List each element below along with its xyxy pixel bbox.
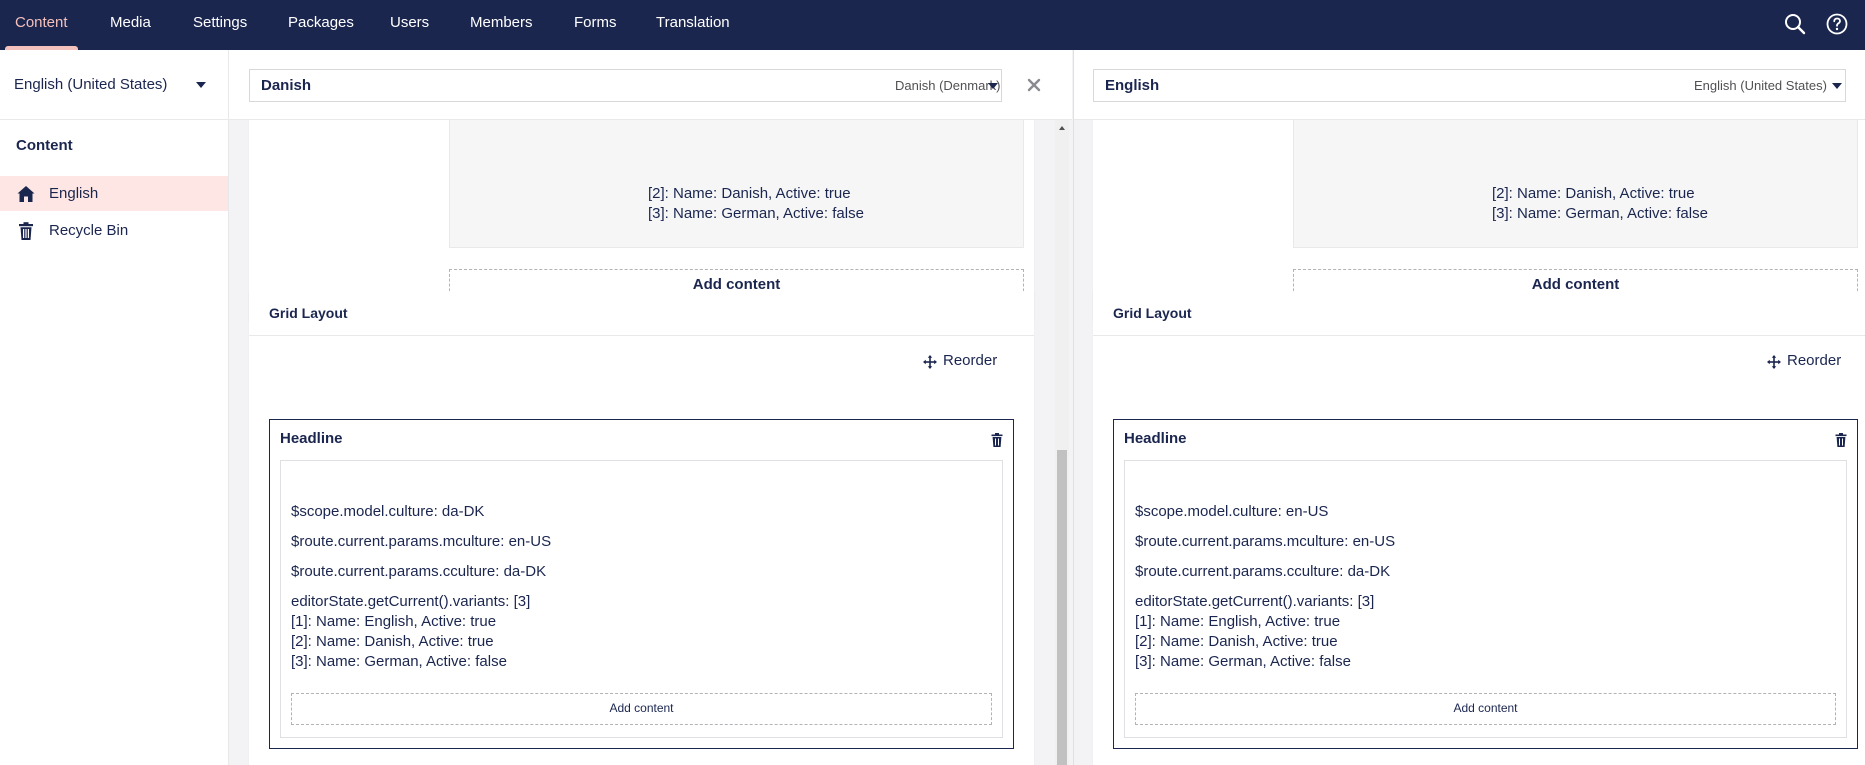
add-content-button[interactable]: Add content [291,693,992,725]
headline-block[interactable]: Headline $scope.model.culture: en-US $ro… [1113,419,1858,749]
chevron-down-icon [1832,83,1842,89]
culture-line: $scope.model.culture: en-US [1135,503,1329,520]
variant-line: [2]: Name: Danish, Active: true [291,633,494,650]
language-selector[interactable]: English (United States) [0,50,228,120]
help-icon[interactable] [1825,12,1849,36]
preview-line: [2]: Name: Danish, Active: true [648,185,851,202]
variants-line: editorState.getCurrent().variants: [3] [1135,593,1375,610]
variants-line: editorState.getCurrent().variants: [3] [291,593,531,610]
nav-users[interactable]: Users [390,0,429,50]
scrollbar-thumb[interactable] [1057,450,1067,765]
move-icon [1767,355,1781,369]
variant-line: [1]: Name: English, Active: true [1135,613,1341,630]
headline-content: $scope.model.culture: en-US $route.curre… [1124,460,1847,738]
scroll-up-arrow[interactable] [1059,126,1065,130]
culture-line: $scope.model.culture: da-DK [291,503,485,520]
preview-line: [3]: Name: German, Active: false [648,205,864,222]
nav-translation[interactable]: Translation [656,0,730,50]
nav-packages[interactable]: Packages [288,0,354,50]
section-title: Content [16,137,73,154]
variant-name: English [1105,77,1160,94]
variant-header: Danish Danish (Denmark) [229,50,1072,120]
headline-title: Headline [280,430,343,447]
editor-pane-english: English English (United States) [2]: Nam… [1073,50,1865,765]
grid-layout-title: Grid Layout [1113,305,1192,321]
move-icon [923,355,937,369]
tree-item-label: English [49,185,99,202]
nav-settings[interactable]: Settings [193,0,247,50]
home-icon [17,186,35,202]
cculture-line: $route.current.params.cculture: da-DK [1135,563,1391,580]
grid-layout-card: Grid Layout Reorder Headline $scope.mode… [249,291,1034,765]
nav-members[interactable]: Members [470,0,533,50]
headline-block[interactable]: Headline $scope.model.culture: da-DK $ro… [269,419,1014,749]
variant-line: [3]: Name: German, Active: false [1135,653,1351,670]
grid-layout-card: Grid Layout Reorder Headline $scope.mode… [1093,291,1865,765]
cculture-line: $route.current.params.cculture: da-DK [291,563,547,580]
search-icon[interactable] [1783,12,1807,36]
content-card: [2]: Name: Danish, Active: true [3]: Nam… [1093,110,1865,320]
tree-item-english[interactable]: English [0,176,228,211]
content-card: [2]: Name: Danish, Active: true [3]: Nam… [249,110,1034,320]
headline-title: Headline [1124,430,1187,447]
mculture-line: $route.current.params.mculture: en-US [291,533,552,550]
nav-content[interactable]: Content [5,0,78,50]
variant-name: Danish [261,77,312,94]
mculture-line: $route.current.params.mculture: en-US [1135,533,1396,550]
divider [249,335,1034,336]
reorder-button[interactable]: Reorder [923,352,1013,372]
grid-layout-title: Grid Layout [269,305,348,321]
language-selector-label: English (United States) [14,76,168,93]
preview-line: [3]: Name: German, Active: false [1492,205,1708,222]
close-icon[interactable] [1025,76,1043,94]
variant-header: English English (United States) [1074,50,1865,120]
divider [1093,335,1865,336]
tree-item-label: Recycle Bin [49,222,129,239]
reorder-button[interactable]: Reorder [1767,352,1857,372]
preview-box: [2]: Name: Danish, Active: true [3]: Nam… [1293,110,1858,248]
headline-content: $scope.model.culture: da-DK $route.curre… [280,460,1003,738]
trash-icon[interactable] [1834,432,1848,448]
nav-forms[interactable]: Forms [574,0,617,50]
top-navigation: Content Media Settings Packages Users Me… [0,0,1865,50]
preview-box: [2]: Name: Danish, Active: true [3]: Nam… [449,110,1024,248]
chevron-down-icon [988,83,998,89]
scrollbar[interactable] [1055,120,1069,765]
trash-icon[interactable] [990,432,1004,448]
nav-media[interactable]: Media [110,0,151,50]
reorder-label: Reorder [1787,352,1842,369]
sidebar: English (United States) Content English … [0,50,229,765]
tree-item-recycle-bin[interactable]: Recycle Bin [0,213,228,248]
variant-culture: English (United States) [1694,78,1827,93]
variant-switcher[interactable]: Danish Danish (Denmark) [249,69,1002,102]
variant-line: [3]: Name: German, Active: false [291,653,507,670]
trash-icon [19,222,33,240]
variant-line: [1]: Name: English, Active: true [291,613,497,630]
variant-line: [2]: Name: Danish, Active: true [1135,633,1338,650]
variant-switcher[interactable]: English English (United States) [1093,69,1846,102]
editor-pane-danish: Danish Danish (Denmark) [2]: Name: Danis… [229,50,1072,765]
reorder-label: Reorder [943,352,998,369]
variant-culture: Danish (Denmark) [895,78,1001,93]
preview-line: [2]: Name: Danish, Active: true [1492,185,1695,202]
chevron-down-icon [196,82,206,88]
add-content-button[interactable]: Add content [1135,693,1836,725]
